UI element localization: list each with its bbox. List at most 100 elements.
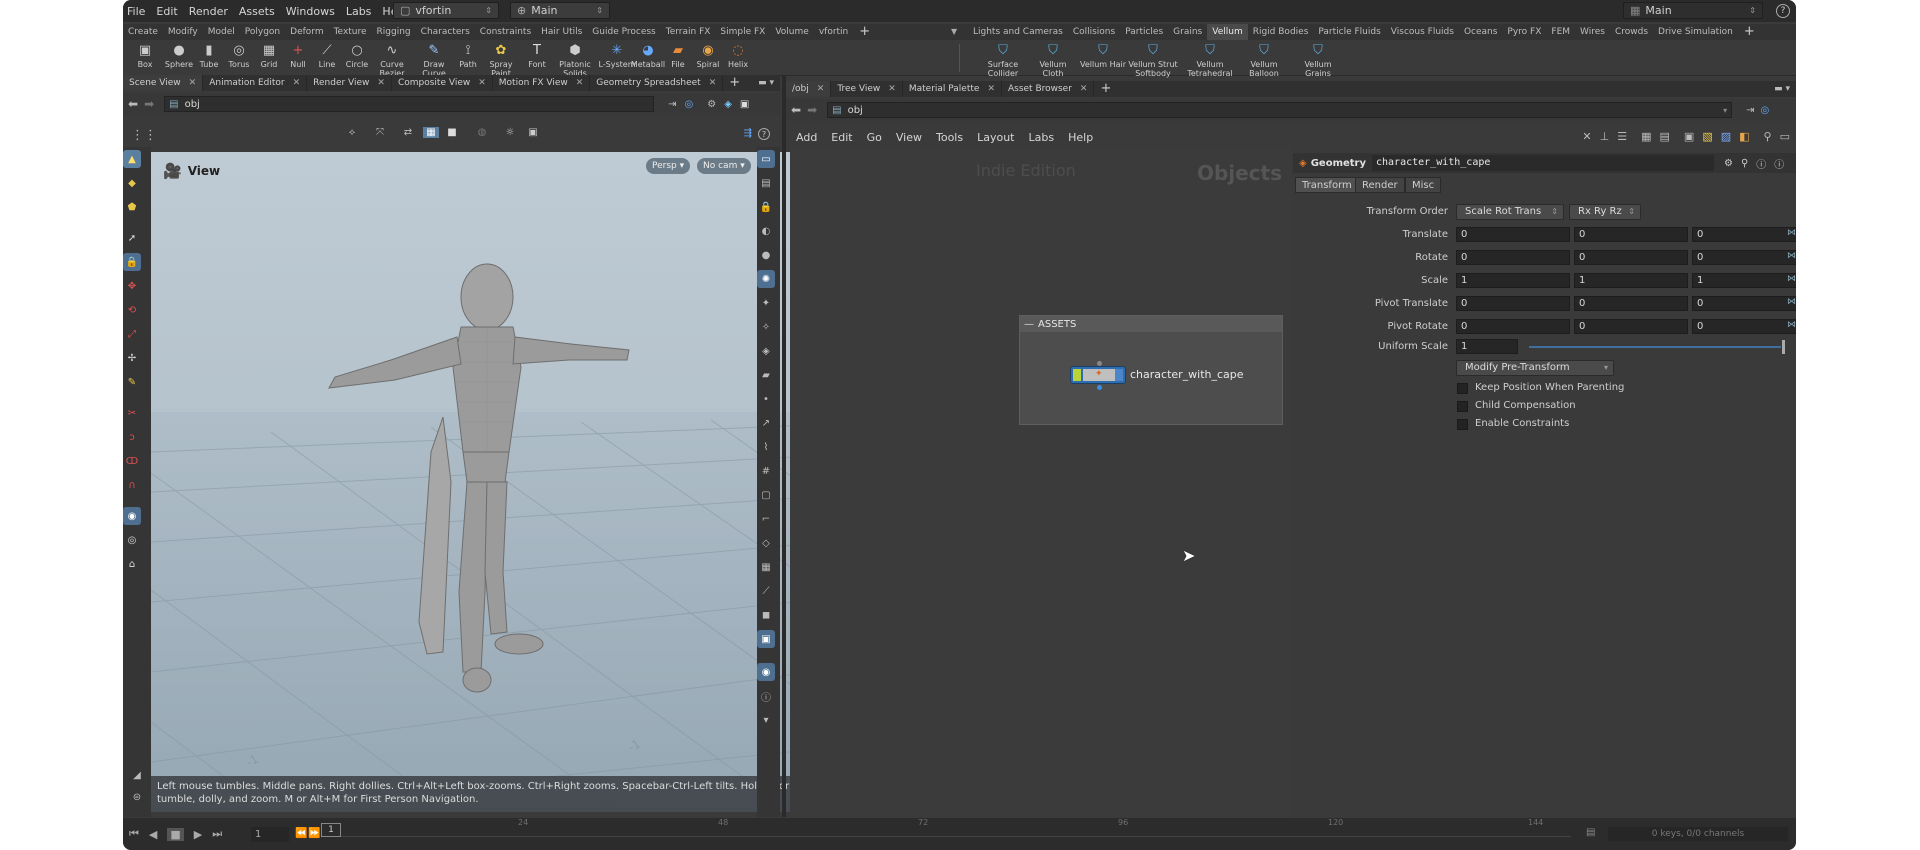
tool-vellum-grains[interactable]: ⛉ Vellum Grains (1293, 40, 1343, 78)
snap-disc-icon[interactable]: ◍ (473, 127, 491, 138)
display-flag[interactable] (1073, 369, 1081, 381)
close-icon[interactable]: ✕ (817, 81, 825, 97)
lock-icon[interactable]: 🔒 (123, 253, 141, 271)
tab-geometry-spreadsheet[interactable]: Geometry Spreadsheet ✕ (590, 75, 724, 91)
close-icon[interactable]: ✕ (478, 75, 486, 91)
sticky-note-icon[interactable]: ▣ (1684, 130, 1694, 143)
uv-icon[interactable]: ◇ (757, 534, 775, 552)
tool-spray-paint[interactable]: ✿ Spray Paint (481, 40, 521, 78)
help-icon[interactable]: ? (1776, 4, 1790, 18)
path-dropdown-icon[interactable]: ▾ (1723, 106, 1727, 115)
tab-motion-fx-view[interactable]: Motion FX View ✕ (493, 75, 591, 91)
tool-curve-bezier[interactable]: ∿ Curve Bezier (372, 40, 412, 78)
shelf-tab-grains[interactable]: Grains (1168, 24, 1207, 40)
tool-vellum-cloth[interactable]: ⛉ Vellum Cloth (1028, 40, 1078, 78)
tool-surface-collider[interactable]: ⛉ Surface Collider (978, 40, 1028, 78)
tab-scene-view[interactable]: Scene View ✕ (123, 75, 204, 91)
search-icon[interactable]: ⚲ (1764, 130, 1772, 143)
tab-obj[interactable]: /obj ✕ (786, 81, 832, 97)
last-frame-icon[interactable]: ⏭ (212, 827, 222, 841)
pivot-rotate-y-field[interactable]: 0 (1574, 319, 1688, 334)
child-compensation-checkbox[interactable] (1457, 401, 1468, 412)
drag-icon[interactable]: ↀ (123, 452, 141, 470)
close-icon[interactable]: ✕ (293, 75, 301, 91)
number-icon[interactable]: # (757, 462, 775, 480)
pose-icon[interactable]: ✢ (123, 349, 141, 367)
scale-x-field[interactable]: 1 (1456, 273, 1570, 288)
pivot-rotate-x-field[interactable]: 0 (1456, 319, 1570, 334)
back-arrow-icon[interactable]: ⬅ (128, 97, 138, 111)
shelf-tab-pyro-fx[interactable]: Pyro FX (1502, 24, 1546, 40)
network-menu-edit[interactable]: Edit (831, 131, 852, 144)
eraser-icon[interactable]: ◢ (128, 766, 146, 784)
shelf-tab-model[interactable]: Model (203, 24, 240, 40)
shelf-tab-modify[interactable]: Modify (163, 24, 203, 40)
box-tool-icon[interactable]: ◧ (1739, 130, 1749, 143)
help-icon[interactable]: ⓘ (1774, 156, 1784, 171)
menu-labs[interactable]: Labs (346, 5, 372, 18)
transform-tool-icon[interactable]: ◆ (123, 174, 141, 192)
network-menu-go[interactable]: Go (867, 131, 882, 144)
play-back-icon[interactable]: ◀ (149, 828, 157, 841)
scale-z-field[interactable]: 1 (1692, 273, 1796, 288)
pivot-rotate-z-field[interactable]: 0 (1692, 319, 1796, 334)
lasso-icon[interactable]: ↄ (123, 428, 141, 446)
network-box-header[interactable]: — ASSETS (1020, 316, 1282, 332)
keyframe-icon[interactable]: ▤ (1586, 827, 1595, 838)
close-icon[interactable]: ✕ (189, 75, 197, 91)
right-path-field[interactable]: ▤ obj ▾ (827, 102, 1733, 118)
image-icon[interactable]: ▣ (757, 630, 775, 648)
close-icon[interactable]: ✕ (888, 81, 896, 97)
orbit-icon[interactable]: ◎ (123, 531, 141, 549)
tool-font[interactable]: T Font (517, 40, 557, 76)
tree-icon[interactable]: ⊥ (1600, 130, 1610, 143)
template-icon[interactable]: ▰ (757, 366, 775, 384)
enable-constraints-checkbox[interactable] (1457, 419, 1468, 430)
tool-vellum-balloon[interactable]: ⛉ Vellum Balloon (1239, 40, 1289, 78)
search-icon[interactable]: ⚲ (1741, 158, 1748, 169)
down-arrow-icon[interactable]: ▾ (757, 711, 775, 729)
shelf-tab-viscous-fluids[interactable]: Viscous Fluids (1386, 24, 1459, 40)
visibility-icon[interactable]: ◈ (757, 342, 775, 360)
tool-vellum-hair[interactable]: ⛉ Vellum Hair (1078, 40, 1128, 76)
pin-icon[interactable]: ⇥ (1746, 105, 1754, 116)
add-shelf-icon[interactable]: + (1738, 24, 1761, 40)
close-icon[interactable]: ✕ (709, 75, 717, 91)
shelf-tab-collisions[interactable]: Collisions (1068, 24, 1120, 40)
lighting-icon[interactable]: ● (757, 246, 775, 264)
tab-misc[interactable]: Misc (1405, 177, 1442, 193)
channel-icon[interactable]: ⋈ (1787, 228, 1796, 238)
pane-menu-icon[interactable]: ▬ ▾ (758, 78, 774, 88)
left-path-field[interactable]: ▤ obj (164, 96, 655, 112)
shelf-tab-create[interactable]: Create (123, 24, 163, 40)
scene-combo[interactable]: ⊕ Main ⇕ (510, 2, 610, 19)
shelf-tab-rigid-bodies[interactable]: Rigid Bodies (1248, 24, 1314, 40)
output-connector[interactable] (1097, 385, 1102, 390)
pre-transform-menu[interactable]: Modify Pre-Transform ▾ (1456, 360, 1614, 376)
vertex-icon[interactable]: ⌇ (757, 438, 775, 456)
table-view-icon[interactable]: ▤ (1660, 130, 1670, 143)
wireframe-icon[interactable]: ▦ (757, 558, 775, 576)
translate-x-field[interactable]: 0 (1456, 227, 1570, 242)
shelf-tab-particles[interactable]: Particles (1120, 24, 1168, 40)
node-name-field[interactable]: character_with_cape (1372, 155, 1714, 171)
view-tool-icon[interactable]: ◉ (123, 507, 141, 525)
grid-view-icon[interactable]: ▦ (1641, 130, 1651, 143)
shelf-tab-fem[interactable]: FEM (1546, 24, 1575, 40)
maximize-icon[interactable]: ▣ (740, 99, 749, 110)
input-connector[interactable] (1097, 361, 1102, 366)
tab-render[interactable]: Render (1355, 177, 1405, 193)
prim-icon[interactable]: ▢ (757, 486, 775, 504)
lock-camera-icon[interactable]: 🔒 (757, 198, 775, 216)
network-menu-view[interactable]: View (896, 131, 922, 144)
paint-icon[interactable]: ✎ (123, 373, 141, 391)
tool-vellum-tetrahedral[interactable]: ⛉Vellum Tetrahedral ... (1185, 40, 1235, 87)
add-tab-icon[interactable]: + (1094, 81, 1117, 97)
rotate-y-field[interactable]: 0 (1574, 250, 1688, 265)
back-arrow-icon[interactable]: ⬅ (791, 103, 801, 117)
keep-position-checkbox[interactable] (1457, 383, 1468, 394)
snap-grid-icon[interactable]: ⋮⋮ (131, 128, 157, 143)
camera-button[interactable]: No cam ▾ (697, 158, 751, 174)
background-icon[interactable]: ◉ (757, 663, 775, 681)
step-forward-icon[interactable]: ⏩ (308, 828, 320, 839)
